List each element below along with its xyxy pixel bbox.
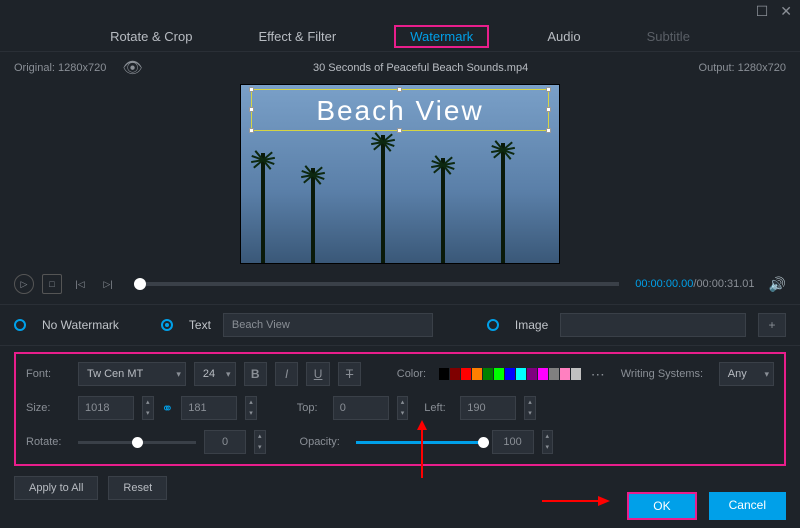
timeline[interactable] <box>134 282 619 286</box>
color-swatch[interactable] <box>483 368 493 380</box>
radio-text[interactable] <box>161 319 173 331</box>
font-label: Font: <box>26 368 70 380</box>
size-label: Size: <box>26 402 70 414</box>
text-input[interactable] <box>223 313 433 337</box>
volume-icon[interactable]: 🔊 <box>769 276 786 293</box>
top-label: Top: <box>297 402 325 414</box>
top-input[interactable] <box>333 396 389 420</box>
color-swatch[interactable] <box>461 368 471 380</box>
rotate-stepper[interactable]: ▴▾ <box>254 430 266 454</box>
color-swatch[interactable] <box>439 368 449 380</box>
top-stepper[interactable]: ▴▾ <box>397 396 409 420</box>
tabs: Rotate & Crop Effect & Filter Watermark … <box>0 22 800 52</box>
tab-watermark[interactable]: Watermark <box>394 25 489 48</box>
writing-systems-label: Writing Systems: <box>621 368 711 380</box>
color-swatches[interactable] <box>439 368 581 380</box>
opacity-slider[interactable] <box>356 441 484 444</box>
video-preview[interactable]: Beach View <box>240 84 560 264</box>
label-no-watermark: No Watermark <box>42 318 119 332</box>
opacity-label: Opacity: <box>300 436 348 448</box>
more-colors-icon[interactable]: ⋯ <box>591 366 605 383</box>
reset-button[interactable]: Reset <box>108 476 167 500</box>
left-label: Left: <box>424 402 452 414</box>
font-size-dropdown[interactable]: 24 <box>194 362 236 386</box>
color-swatch[interactable] <box>527 368 537 380</box>
stop-icon[interactable]: □ <box>42 274 62 294</box>
tab-audio[interactable]: Audio <box>539 25 588 48</box>
original-resolution: Original: 1280x720 <box>14 62 106 74</box>
watermark-settings: Font: Tw Cen MT 24 B I U T Color: ⋯ Writ… <box>14 352 786 466</box>
color-swatch[interactable] <box>505 368 515 380</box>
tab-effect-filter[interactable]: Effect & Filter <box>250 25 344 48</box>
height-input[interactable] <box>181 396 237 420</box>
height-stepper[interactable]: ▴▾ <box>245 396 257 420</box>
titlebar: ☐ ✕ <box>0 0 800 22</box>
link-icon[interactable]: ⚭ <box>162 400 174 417</box>
bold-button[interactable]: B <box>244 362 267 386</box>
playback-bar: ▷ □ |◁ ▷| 00:00:00.00/00:00:31.01 🔊 <box>0 264 800 304</box>
width-input[interactable] <box>78 396 134 420</box>
label-text: Text <box>189 318 211 332</box>
opacity-value[interactable] <box>492 430 534 454</box>
next-frame-icon[interactable]: ▷| <box>98 274 118 294</box>
preview-toggle-icon[interactable]: 👁 <box>122 58 142 78</box>
output-resolution: Output: 1280x720 <box>699 62 786 74</box>
info-bar: Original: 1280x720 👁 30 Seconds of Peace… <box>0 52 800 84</box>
label-image: Image <box>515 318 548 332</box>
tab-subtitle[interactable]: Subtitle <box>639 25 698 48</box>
color-swatch[interactable] <box>560 368 570 380</box>
radio-image[interactable] <box>487 319 499 331</box>
time-total: 00:00:31.01 <box>696 278 754 290</box>
tab-rotate-crop[interactable]: Rotate & Crop <box>102 25 200 48</box>
rotate-value[interactable] <box>204 430 246 454</box>
left-stepper[interactable]: ▴▾ <box>524 396 536 420</box>
color-swatch[interactable] <box>549 368 559 380</box>
cancel-button[interactable]: Cancel <box>709 492 786 520</box>
watermark-mode-bar: No Watermark Text Image + <box>0 304 800 346</box>
strike-button[interactable]: T <box>338 362 361 386</box>
italic-button[interactable]: I <box>275 362 298 386</box>
font-family-dropdown[interactable]: Tw Cen MT <box>78 362 186 386</box>
color-swatch[interactable] <box>516 368 526 380</box>
color-swatch[interactable] <box>472 368 482 380</box>
rotate-label: Rotate: <box>26 436 70 448</box>
ok-button[interactable]: OK <box>627 492 696 520</box>
watermark-box[interactable]: Beach View <box>251 89 549 131</box>
image-path-input[interactable] <box>560 313 746 337</box>
prev-frame-icon[interactable]: |◁ <box>70 274 90 294</box>
apply-all-button[interactable]: Apply to All <box>14 476 98 500</box>
preview-area: Beach View <box>0 84 800 264</box>
writing-systems-dropdown[interactable]: Any <box>719 362 774 386</box>
time-current: 00:00:00.00 <box>635 278 693 290</box>
rotate-slider[interactable] <box>78 441 196 444</box>
underline-button[interactable]: U <box>306 362 329 386</box>
opacity-stepper[interactable]: ▴▾ <box>542 430 554 454</box>
radio-no-watermark[interactable] <box>14 319 26 331</box>
left-input[interactable] <box>460 396 516 420</box>
close-icon[interactable]: ✕ <box>780 3 792 20</box>
footer-buttons: OK Cancel <box>627 492 786 520</box>
color-swatch[interactable] <box>494 368 504 380</box>
play-icon[interactable]: ▷ <box>14 274 34 294</box>
color-swatch[interactable] <box>571 368 581 380</box>
filename: 30 Seconds of Peaceful Beach Sounds.mp4 <box>143 62 699 74</box>
time-display: 00:00:00.00/00:00:31.01 <box>635 278 754 290</box>
width-stepper[interactable]: ▴▾ <box>142 396 154 420</box>
watermark-text: Beach View <box>252 90 548 132</box>
color-label: Color: <box>397 368 431 380</box>
color-swatch[interactable] <box>538 368 548 380</box>
add-image-button[interactable]: + <box>758 313 786 337</box>
color-swatch[interactable] <box>450 368 460 380</box>
maximize-icon[interactable]: ☐ <box>756 3 769 20</box>
editor-window: ☐ ✕ Rotate & Crop Effect & Filter Waterm… <box>0 0 800 528</box>
